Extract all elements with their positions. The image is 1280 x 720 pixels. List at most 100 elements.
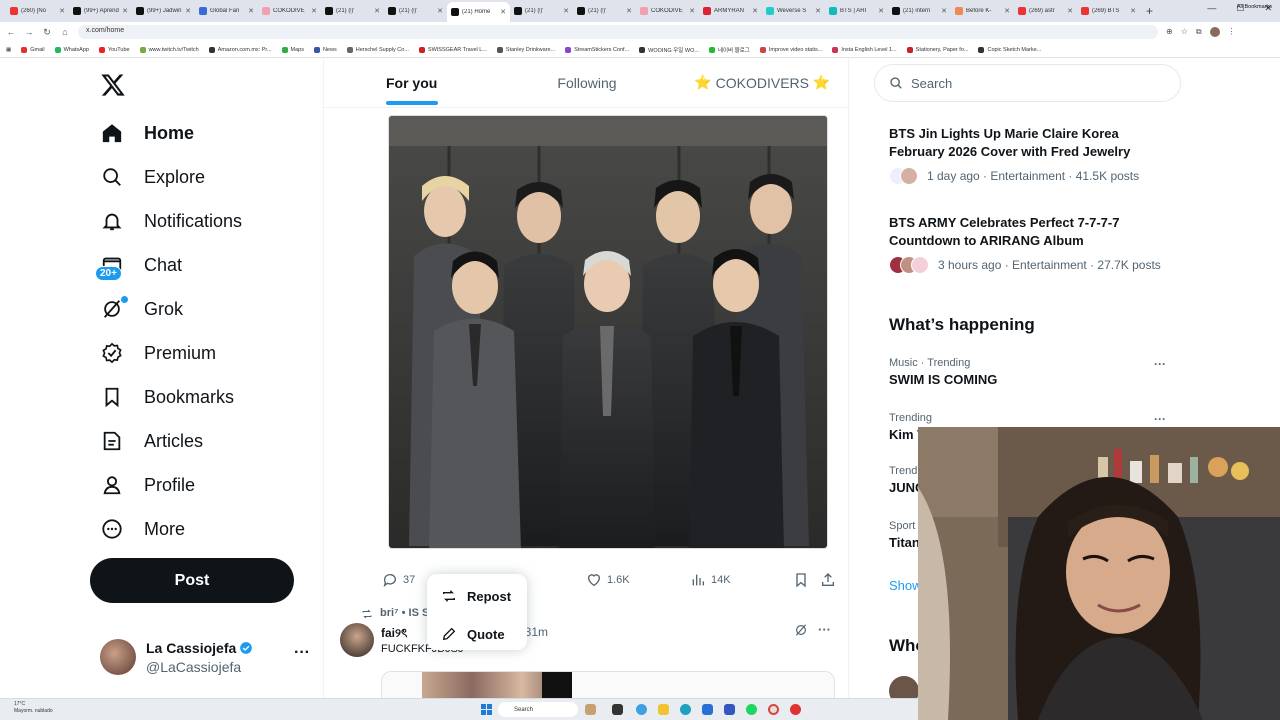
chrome-icon[interactable]	[768, 704, 779, 715]
store-icon[interactable]	[702, 704, 713, 715]
menu-kebab-icon[interactable]: ⋮	[1228, 27, 1236, 37]
bookmark-item[interactable]: Gmail	[21, 46, 45, 53]
show-more-link[interactable]: Show	[889, 578, 922, 593]
bookmark-button[interactable]	[793, 572, 809, 588]
browser-tab[interactable]: Global Fan ✕	[195, 2, 258, 20]
close-tab-icon[interactable]: ✕	[752, 7, 758, 15]
bookmark-item[interactable]: News	[313, 46, 337, 53]
browser-tab[interactable]: (269) astr ✕	[1014, 2, 1077, 20]
browser-tab[interactable]: (21) (ʲ)' ✕	[384, 2, 447, 20]
close-tab-icon[interactable]: ✕	[941, 7, 947, 15]
reply-button[interactable]: 37	[382, 572, 415, 588]
post-button[interactable]: Post	[90, 558, 294, 603]
close-tab-icon[interactable]: ✕	[185, 7, 191, 15]
all-bookmarks[interactable]: All Bookmarks	[1237, 4, 1272, 10]
bookmark-item[interactable]: Stanley Drinkware...	[496, 46, 555, 53]
browser-tab[interactable]: Weverse S ✕	[762, 2, 825, 20]
sidebar-item-grok[interactable]: Grok	[100, 289, 183, 329]
tab-following[interactable]: Following	[499, 58, 674, 107]
share-button[interactable]	[820, 572, 836, 588]
news-item[interactable]: BTS Jin Lights Up Marie Claire Korea Feb…	[889, 125, 1169, 185]
browser-tab[interactable]: (21) intern ✕	[888, 2, 951, 20]
browser-tab[interactable]: COKODIVE ✕	[636, 2, 699, 20]
bookmark-item[interactable]: www.twitch.tv/Twitch	[139, 46, 199, 53]
new-tab-icon[interactable]: +	[1146, 4, 1153, 18]
trend-more-icon[interactable]: ···	[1154, 412, 1166, 426]
close-tab-icon[interactable]: ✕	[878, 7, 884, 15]
browser-tab[interactable]: (99+) Jadwin ✕	[132, 2, 195, 20]
account-switcher[interactable]: La Cassiojefa @LaCassiojefa ···	[100, 636, 310, 684]
widget-icon[interactable]	[585, 704, 596, 715]
avatar-small[interactable]	[1209, 27, 1220, 37]
browser-tab[interactable]: Before K- ✕	[951, 2, 1014, 20]
close-tab-icon[interactable]: ✕	[437, 7, 443, 15]
star-bookmark-icon[interactable]: ☆	[1181, 27, 1188, 37]
browser-tab[interactable]: ARMYRAN ✕	[699, 2, 762, 20]
close-tab-icon[interactable]: ✕	[1004, 7, 1010, 15]
apps-icon[interactable]: ▦	[6, 47, 11, 53]
bookmark-item[interactable]: WOOING 우일 WO...	[639, 46, 699, 54]
post-more-icon[interactable]: ···	[818, 622, 831, 637]
account-more-icon[interactable]: ···	[294, 644, 310, 662]
menu-item-quote[interactable]: Quote	[441, 626, 505, 642]
browser-tab[interactable]: (21) Home ✕	[447, 2, 510, 22]
search-input[interactable]: Search	[874, 64, 1181, 102]
forward-icon[interactable]: →	[24, 27, 34, 37]
bookmark-item[interactable]: WhatsApp	[54, 46, 89, 53]
copilot-icon[interactable]	[636, 704, 647, 715]
home-browser-icon[interactable]: ⌂	[60, 27, 70, 37]
sidebar-item-notifications[interactable]: Notifications	[100, 201, 242, 241]
sidebar-item-premium[interactable]: Premium	[100, 333, 216, 373]
spotify-icon[interactable]	[746, 704, 757, 715]
browser-tab[interactable]: (21) (ʲ)' ✕	[321, 2, 384, 20]
sidebar-item-profile[interactable]: Profile	[100, 465, 195, 505]
close-tab-icon[interactable]: ✕	[248, 7, 254, 15]
extensions-icon[interactable]: ⧉	[1196, 27, 1202, 37]
avatar[interactable]	[340, 623, 374, 657]
sidebar-item-articles[interactable]: Articles	[100, 421, 203, 461]
sidebar-item-bookmarks[interactable]: Bookmarks	[100, 377, 234, 417]
browser-tab[interactable]: COKODIVE ✕	[258, 2, 321, 20]
close-tab-icon[interactable]: ✕	[500, 8, 506, 16]
back-icon[interactable]: ←	[6, 27, 16, 37]
minimize-icon[interactable]: —	[1207, 3, 1216, 14]
close-tab-icon[interactable]: ✕	[1130, 7, 1136, 15]
browser-tab[interactable]: (99+) Aprend ✕	[69, 2, 132, 20]
bookmark-item[interactable]: Amazon.com.mx: Pr...	[208, 46, 272, 53]
close-tab-icon[interactable]: ✕	[689, 7, 695, 15]
tab-cokodivers[interactable]: ⭐ COKODIVERS ⭐	[675, 58, 848, 107]
bookmark-item[interactable]: Maps	[281, 46, 304, 53]
post-photo[interactable]	[388, 115, 828, 549]
bookmark-item[interactable]: YouTube	[98, 46, 130, 53]
browser-tab[interactable]: BTS | ARI ✕	[825, 2, 888, 20]
news-item[interactable]: BTS ARMY Celebrates Perfect 7-7-7-7 Coun…	[889, 214, 1169, 274]
x-logo-icon[interactable]	[100, 72, 126, 98]
browser-tab[interactable]: (21) (ʲ)' ✕	[573, 2, 636, 20]
bookmark-item[interactable]: Herschel Supply Co...	[346, 46, 409, 53]
menu-item-repost[interactable]: Repost	[441, 588, 511, 604]
close-tab-icon[interactable]: ✕	[1067, 7, 1073, 15]
bookmark-item[interactable]: 네이버 블로그	[708, 46, 750, 54]
like-button[interactable]: 1.6K	[586, 572, 630, 588]
taskbar-search-input[interactable]: Search	[498, 702, 578, 717]
browser-tab[interactable]: (21) (ʲ)' ✕	[510, 2, 573, 20]
close-tab-icon[interactable]: ✕	[122, 7, 128, 15]
zoom-app-icon[interactable]	[724, 704, 735, 715]
windows-start-icon[interactable]	[481, 704, 492, 715]
edge-icon[interactable]	[680, 704, 691, 715]
weather-widget[interactable]: 17°C Mayorm. nublado	[14, 701, 53, 715]
grok-icon[interactable]	[794, 623, 808, 637]
app-icon[interactable]	[790, 704, 801, 715]
bookmark-item[interactable]: Copic Sketch Marke...	[978, 46, 1041, 53]
close-tab-icon[interactable]: ✕	[563, 7, 569, 15]
bookmark-item[interactable]: SWISSGEAR Travel L...	[418, 46, 487, 53]
views-button[interactable]: 14K	[690, 572, 731, 588]
sidebar-item-more[interactable]: More	[100, 509, 185, 549]
close-tab-icon[interactable]: ✕	[311, 7, 317, 15]
sidebar-item-explore[interactable]: Explore	[100, 157, 205, 197]
zoom-icon[interactable]: ⊕	[1166, 27, 1173, 37]
tab-for-you[interactable]: For you	[324, 58, 499, 107]
close-tab-icon[interactable]: ✕	[59, 7, 65, 15]
close-tab-icon[interactable]: ✕	[374, 7, 380, 15]
bookmark-item[interactable]: Improve video statis...	[759, 46, 822, 53]
